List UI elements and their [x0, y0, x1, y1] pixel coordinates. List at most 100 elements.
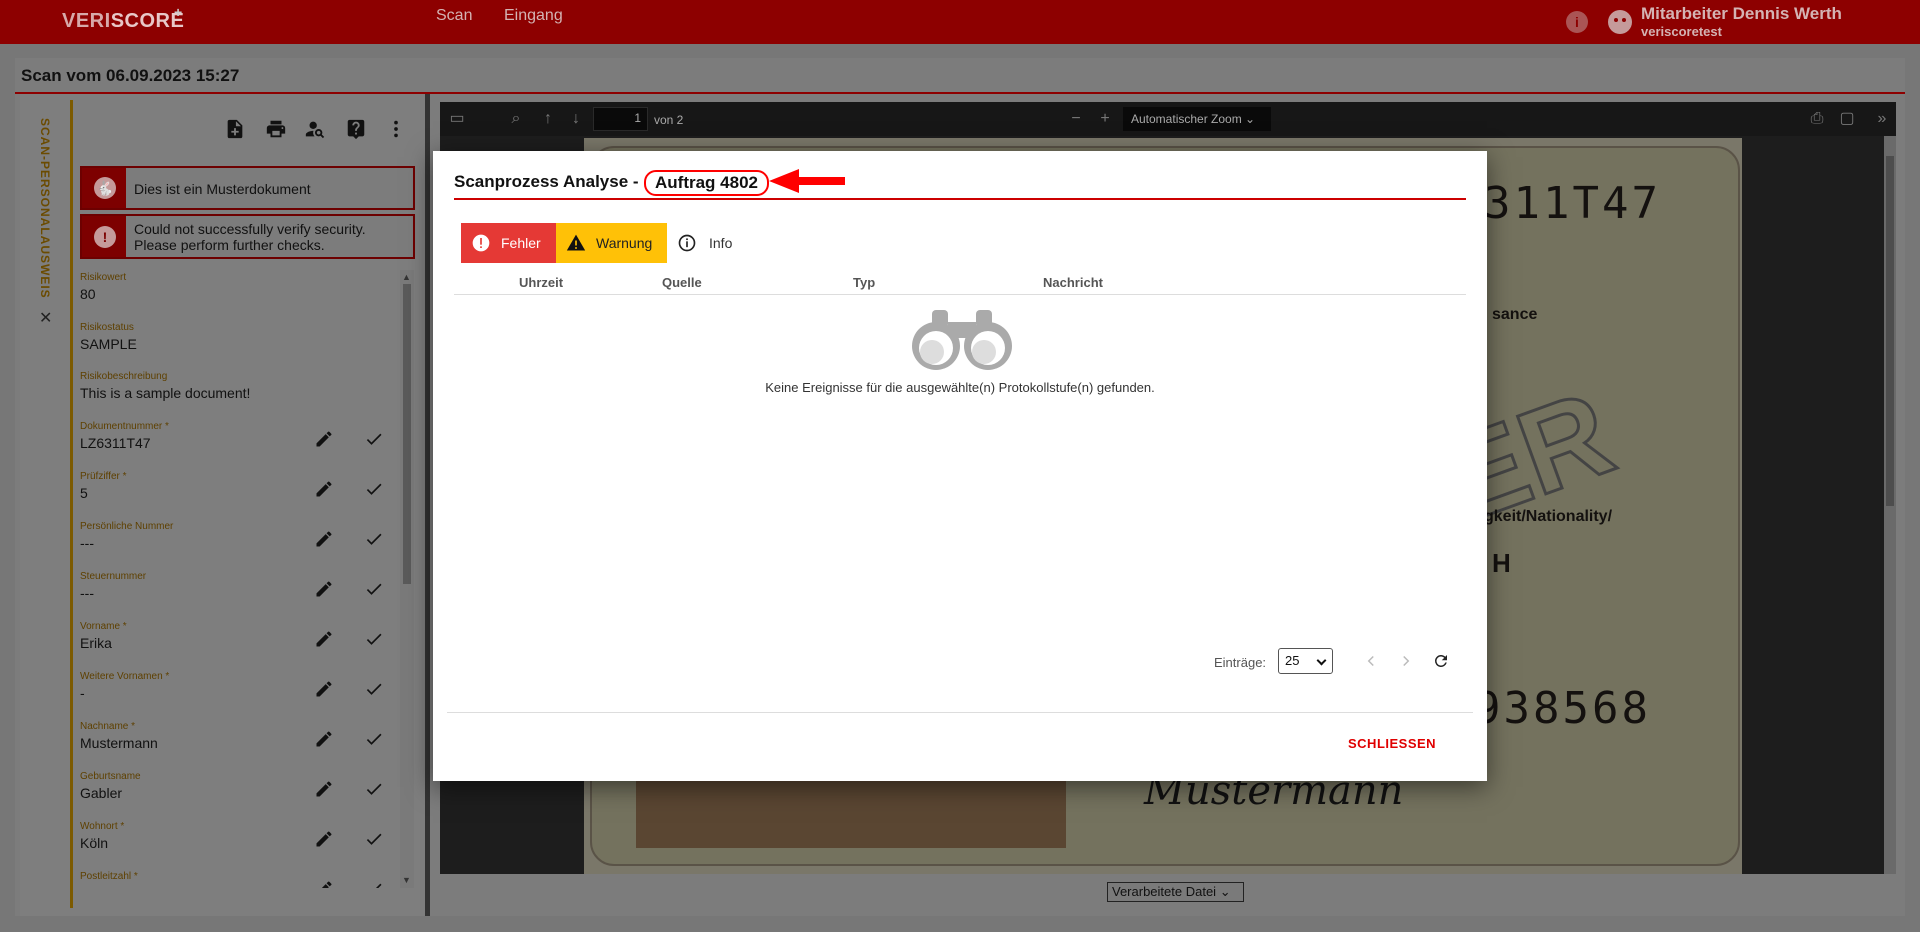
field-dokumentnummer: Dokumentnummer * LZ6311T47 — [80, 419, 400, 469]
panel-resize-handle[interactable] — [425, 94, 430, 916]
doc-text-1: sance — [1492, 306, 1538, 323]
zoom-value: Automatischer Zoom — [1131, 112, 1242, 126]
alert-text: Could not successfully verify security. … — [134, 221, 366, 253]
sidebar-toggle-icon[interactable]: ▭ — [448, 110, 466, 128]
scrollbar-thumb[interactable] — [403, 284, 411, 584]
confirm-check-icon[interactable] — [364, 579, 384, 599]
field-list-scrollbar[interactable]: ▲ ▼ — [400, 270, 414, 888]
empty-state-message: Keine Ereignisse für die ausgewählte(n) … — [765, 380, 1155, 395]
rabbit-icon: 🐇 — [94, 177, 116, 199]
confirm-check-icon[interactable] — [364, 529, 384, 549]
filter-fehler-button[interactable]: Fehler — [461, 223, 556, 263]
field-vorname: Vorname * Erika — [80, 619, 400, 669]
edit-pencil-icon[interactable] — [314, 529, 334, 549]
nav-scan[interactable]: Scan — [436, 7, 472, 25]
confirm-check-icon[interactable] — [364, 879, 384, 888]
user-avatar-icon[interactable] — [1608, 10, 1632, 34]
confirm-check-icon[interactable] — [364, 429, 384, 449]
refresh-icon[interactable] — [1432, 652, 1450, 670]
help-icon[interactable] — [345, 118, 367, 140]
next-page-icon[interactable]: ↓ — [567, 110, 585, 128]
zoom-in-icon[interactable]: + — [1096, 110, 1114, 128]
tools-icon[interactable]: » — [1873, 110, 1891, 128]
warning-icon — [566, 234, 586, 251]
portrait-photo — [636, 778, 1066, 848]
user-name[interactable]: Mitarbeiter Dennis Werth — [1641, 4, 1842, 24]
field-persoenliche-nummer: Persönliche Nummer --- — [80, 519, 400, 569]
file-select[interactable]: Verarbeitete Datei ⌄ — [1107, 882, 1244, 902]
field-wohnort: Wohnort * Köln — [80, 819, 400, 869]
print-icon[interactable] — [265, 118, 287, 140]
edit-pencil-icon[interactable] — [314, 729, 334, 749]
add-document-icon[interactable] — [224, 118, 246, 140]
veriscore-logo[interactable]: VERISCORE + — [62, 4, 184, 33]
alert-text: Dies ist ein Musterdokument — [134, 181, 311, 197]
field-nachname: Nachname * Mustermann — [80, 719, 400, 769]
column-header-uhrzeit[interactable]: Uhrzeit — [519, 275, 563, 290]
edit-pencil-icon[interactable] — [314, 629, 334, 649]
logo-prefix: VERI — [62, 10, 111, 32]
field-value: LZ6311T47 — [80, 435, 151, 451]
print-icon[interactable]: ⎙ — [1808, 110, 1826, 128]
field-value: 51147 — [80, 885, 118, 888]
close-dialog-button[interactable]: SCHLIESSEN — [1348, 736, 1436, 751]
confirm-check-icon[interactable] — [364, 629, 384, 649]
security-warning-alert: ! Could not successfully verify security… — [80, 214, 415, 259]
scroll-up-icon[interactable]: ▲ — [402, 272, 411, 282]
edit-pencil-icon[interactable] — [314, 679, 334, 699]
field-weitere-vornamen: Weitere Vornamen * - — [80, 669, 400, 719]
edit-pencil-icon[interactable] — [314, 579, 334, 599]
confirm-check-icon[interactable] — [364, 729, 384, 749]
previous-page-icon[interactable] — [1362, 652, 1380, 670]
filter-warnung-button[interactable]: Warnung — [556, 223, 667, 263]
previous-page-icon[interactable]: ↑ — [539, 110, 557, 128]
field-steuernummer: Steuernummer --- — [80, 569, 400, 619]
tab-scan-personalausweis[interactable]: SCAN-PERSONALAUSWEIS — [38, 118, 52, 299]
close-tab-icon[interactable]: ✕ — [39, 308, 52, 328]
pdf-scrollbar-thumb[interactable] — [1886, 156, 1894, 506]
edit-pencil-icon[interactable] — [314, 879, 334, 888]
field-label: Postleitzahl * — [80, 871, 138, 882]
field-label: Dokumentnummer * — [80, 421, 169, 432]
field-label: Steuernummer — [80, 571, 147, 582]
entries-per-page-select[interactable]: 25 — [1278, 648, 1333, 674]
edit-pencil-icon[interactable] — [314, 429, 334, 449]
field-risikostatus: Risikostatus SAMPLE — [80, 320, 400, 370]
error-icon — [472, 234, 490, 252]
open-file-icon[interactable]: ▢ — [1838, 110, 1856, 128]
column-header-quelle[interactable]: Quelle — [662, 275, 702, 290]
confirm-check-icon[interactable] — [364, 679, 384, 699]
column-header-nachricht[interactable]: Nachricht — [1043, 275, 1103, 290]
edit-pencil-icon[interactable] — [314, 479, 334, 499]
column-header-typ[interactable]: Typ — [853, 275, 875, 290]
field-value: Köln — [80, 835, 109, 851]
filter-info-button[interactable]: Info — [677, 223, 747, 263]
nav-eingang[interactable]: Eingang — [504, 7, 563, 25]
field-label: Wohnort * — [80, 821, 125, 832]
edit-pencil-icon[interactable] — [314, 829, 334, 849]
zoom-select[interactable]: Automatischer Zoom ⌄ — [1123, 107, 1271, 131]
field-risikowert: Risikowert 80 — [80, 270, 400, 320]
scroll-down-icon[interactable]: ▼ — [402, 875, 411, 885]
field-geburtsname: Geburtsname Gabler — [80, 769, 400, 819]
field-value: 80 — [80, 286, 96, 302]
zoom-out-icon[interactable]: − — [1067, 110, 1085, 128]
edit-pencil-icon[interactable] — [314, 779, 334, 799]
search-icon[interactable]: ⌕ — [507, 110, 525, 128]
pdf-scrollbar[interactable] — [1884, 136, 1896, 874]
confirm-check-icon[interactable] — [364, 779, 384, 799]
info-icon[interactable]: i — [1566, 11, 1588, 33]
confirm-check-icon[interactable] — [364, 829, 384, 849]
next-page-icon[interactable] — [1397, 652, 1415, 670]
info-circle-icon — [678, 234, 696, 252]
user-org: veriscoretest — [1641, 24, 1722, 39]
doc-text-3: H — [1492, 548, 1511, 578]
entries-value: 25 — [1285, 653, 1300, 668]
page-number-input[interactable]: 1 — [593, 107, 648, 131]
more-options-icon[interactable] — [385, 118, 407, 140]
confirm-check-icon[interactable] — [364, 479, 384, 499]
field-label: Risikobeschreibung — [80, 371, 168, 382]
field-label: Weitere Vornamen * — [80, 671, 170, 682]
person-search-icon[interactable] — [304, 118, 326, 140]
order-number: Auftrag 4802 — [644, 170, 769, 196]
